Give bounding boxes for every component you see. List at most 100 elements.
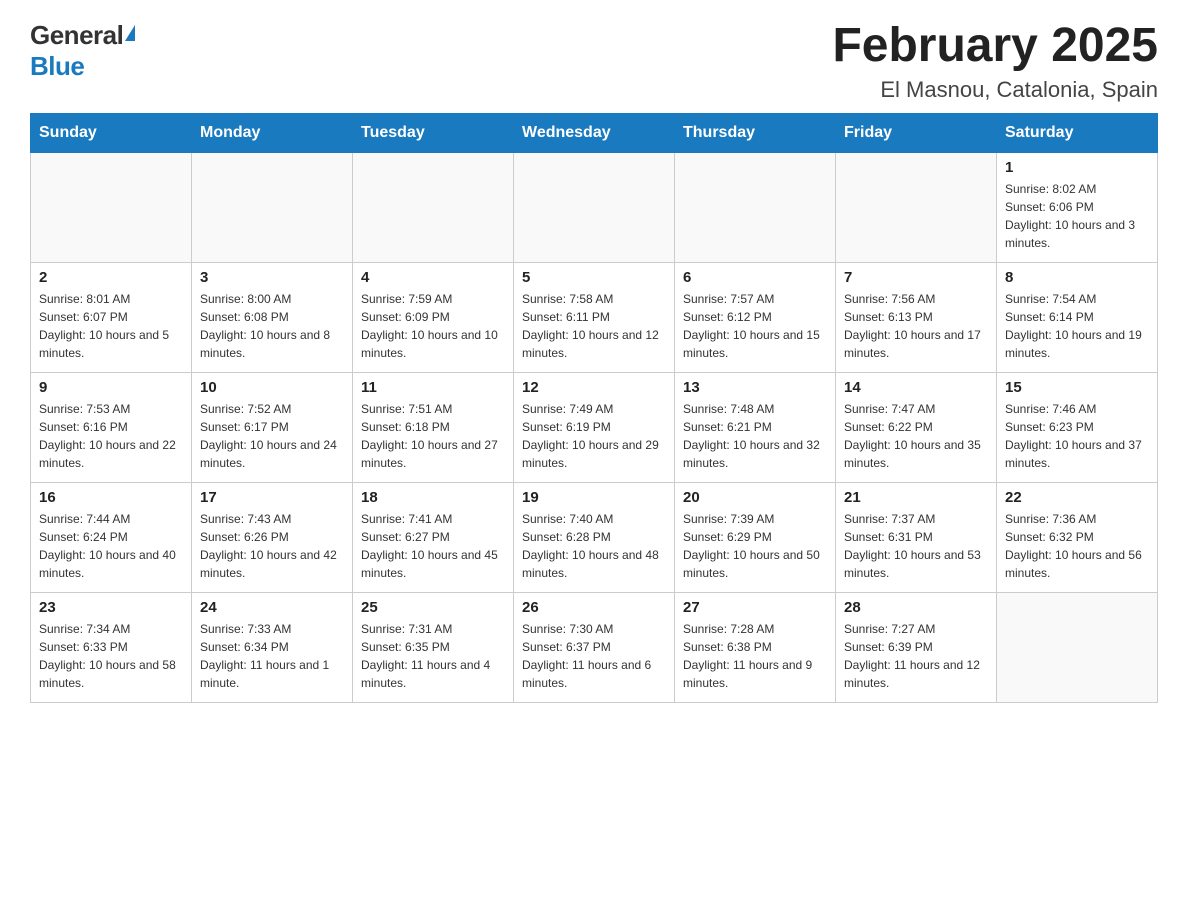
calendar-cell [997, 592, 1158, 702]
calendar-cell: 17 Sunrise: 7:43 AMSunset: 6:26 PMDayligh… [192, 482, 353, 592]
calendar-cell: 25Sunrise: 7:31 AMSunset: 6:35 PMDayligh… [353, 592, 514, 702]
day-info: Sunrise: 7:49 AMSunset: 6:19 PMDaylight:… [522, 400, 666, 472]
calendar-cell: 3 Sunrise: 8:00 AMSunset: 6:08 PMDaylight… [192, 262, 353, 372]
calendar-cell: 15Sunrise: 7:46 AMSunset: 6:23 PMDayligh… [997, 372, 1158, 482]
calendar-cell [31, 152, 192, 262]
calendar-cell: 16 Sunrise: 7:44 AMSunset: 6:24 PMDayligh… [31, 482, 192, 592]
calendar-cell: 7 Sunrise: 7:56 AMSunset: 6:13 PMDaylight… [836, 262, 997, 372]
day-number: 2 [39, 269, 183, 286]
day-number: 5 [522, 269, 666, 286]
day-number: 6 [683, 269, 827, 286]
day-info: Sunrise: 7:57 AMSunset: 6:12 PMDaylight:… [683, 290, 827, 362]
calendar-cell: 24 Sunrise: 7:33 AMSunset: 6:34 PMDayligh… [192, 592, 353, 702]
day-info: Sunrise: 7:44 AMSunset: 6:24 PMDaylight:… [39, 510, 183, 582]
day-info: Sunrise: 7:52 AMSunset: 6:17 PMDaylight:… [200, 400, 344, 472]
calendar-cell: 2 Sunrise: 8:01 AMSunset: 6:07 PMDaylight… [31, 262, 192, 372]
title-section: February 2025 El Masnou, Catalonia, Spai… [832, 20, 1158, 103]
calendar-cell: 18Sunrise: 7:41 AMSunset: 6:27 PMDayligh… [353, 482, 514, 592]
day-info: Sunrise: 7:59 AMSunset: 6:09 PMDaylight:… [361, 290, 505, 362]
calendar-cell: 21 Sunrise: 7:37 AMSunset: 6:31 PMDayligh… [836, 482, 997, 592]
header-wednesday: Wednesday [514, 113, 675, 152]
day-number: 16 [39, 489, 183, 506]
day-number: 8 [1005, 269, 1149, 286]
logo-general-text: General [30, 20, 123, 51]
calendar-cell: 28Sunrise: 7:27 AMSunset: 6:39 PMDayligh… [836, 592, 997, 702]
calendar-cell: 8 Sunrise: 7:54 AMSunset: 6:14 PMDaylight… [997, 262, 1158, 372]
calendar-cell [192, 152, 353, 262]
calendar-week-row: 2 Sunrise: 8:01 AMSunset: 6:07 PMDaylight… [31, 262, 1158, 372]
day-info: Sunrise: 7:39 AMSunset: 6:29 PMDaylight:… [683, 510, 827, 582]
calendar-cell: 14 Sunrise: 7:47 AMSunset: 6:22 PMDayligh… [836, 372, 997, 482]
logo-triangle-icon [125, 25, 135, 41]
day-number: 14 [844, 379, 988, 396]
calendar-cell: 1Sunrise: 8:02 AMSunset: 6:06 PMDaylight… [997, 152, 1158, 262]
day-info: Sunrise: 7:31 AMSunset: 6:35 PMDaylight:… [361, 620, 505, 692]
day-info: Sunrise: 7:36 AMSunset: 6:32 PMDaylight:… [1005, 510, 1149, 582]
calendar-cell: 5Sunrise: 7:58 AMSunset: 6:11 PMDaylight… [514, 262, 675, 372]
day-number: 19 [522, 489, 666, 506]
day-number: 10 [200, 379, 344, 396]
day-number: 11 [361, 379, 505, 396]
day-number: 21 [844, 489, 988, 506]
day-number: 23 [39, 599, 183, 616]
day-number: 20 [683, 489, 827, 506]
day-number: 9 [39, 379, 183, 396]
header-tuesday: Tuesday [353, 113, 514, 152]
header-friday: Friday [836, 113, 997, 152]
day-number: 17 [200, 489, 344, 506]
calendar-cell: 10 Sunrise: 7:52 AMSunset: 6:17 PMDayligh… [192, 372, 353, 482]
day-number: 4 [361, 269, 505, 286]
day-number: 28 [844, 599, 988, 616]
calendar-week-row: 23 Sunrise: 7:34 AMSunset: 6:33 PMDayligh… [31, 592, 1158, 702]
day-number: 12 [522, 379, 666, 396]
day-info: Sunrise: 7:40 AMSunset: 6:28 PMDaylight:… [522, 510, 666, 582]
calendar-cell: 13 Sunrise: 7:48 AMSunset: 6:21 PMDayligh… [675, 372, 836, 482]
calendar-week-row: 16 Sunrise: 7:44 AMSunset: 6:24 PMDayligh… [31, 482, 1158, 592]
logo: General Blue [30, 20, 135, 82]
calendar-cell: 27 Sunrise: 7:28 AMSunset: 6:38 PMDayligh… [675, 592, 836, 702]
calendar-cell: 22 Sunrise: 7:36 AMSunset: 6:32 PMDayligh… [997, 482, 1158, 592]
calendar-header-row: SundayMondayTuesdayWednesdayThursdayFrid… [31, 113, 1158, 152]
calendar-cell: 26 Sunrise: 7:30 AMSunset: 6:37 PMDayligh… [514, 592, 675, 702]
day-info: Sunrise: 7:51 AMSunset: 6:18 PMDaylight:… [361, 400, 505, 472]
day-info: Sunrise: 7:54 AMSunset: 6:14 PMDaylight:… [1005, 290, 1149, 362]
day-info: Sunrise: 7:37 AMSunset: 6:31 PMDaylight:… [844, 510, 988, 582]
calendar-cell: 6 Sunrise: 7:57 AMSunset: 6:12 PMDaylight… [675, 262, 836, 372]
day-info: Sunrise: 7:47 AMSunset: 6:22 PMDaylight:… [844, 400, 988, 472]
day-number: 24 [200, 599, 344, 616]
day-info: Sunrise: 7:33 AMSunset: 6:34 PMDaylight:… [200, 620, 344, 692]
calendar-cell: 19 Sunrise: 7:40 AMSunset: 6:28 PMDayligh… [514, 482, 675, 592]
day-info: Sunrise: 7:34 AMSunset: 6:33 PMDaylight:… [39, 620, 183, 692]
month-title: February 2025 [832, 20, 1158, 73]
calendar-week-row: 9 Sunrise: 7:53 AMSunset: 6:16 PMDaylight… [31, 372, 1158, 482]
day-info: Sunrise: 7:41 AMSunset: 6:27 PMDaylight:… [361, 510, 505, 582]
day-number: 27 [683, 599, 827, 616]
calendar-cell: 11 Sunrise: 7:51 AMSunset: 6:18 PMDayligh… [353, 372, 514, 482]
logo-blue-text: Blue [30, 51, 84, 81]
day-number: 22 [1005, 489, 1149, 506]
day-info: Sunrise: 7:48 AMSunset: 6:21 PMDaylight:… [683, 400, 827, 472]
calendar-week-row: 1Sunrise: 8:02 AMSunset: 6:06 PMDaylight… [31, 152, 1158, 262]
header-saturday: Saturday [997, 113, 1158, 152]
day-number: 13 [683, 379, 827, 396]
day-info: Sunrise: 7:56 AMSunset: 6:13 PMDaylight:… [844, 290, 988, 362]
day-number: 26 [522, 599, 666, 616]
header-thursday: Thursday [675, 113, 836, 152]
location-title: El Masnou, Catalonia, Spain [832, 77, 1158, 103]
calendar-cell [675, 152, 836, 262]
calendar-cell [353, 152, 514, 262]
day-number: 7 [844, 269, 988, 286]
day-info: Sunrise: 8:01 AMSunset: 6:07 PMDaylight:… [39, 290, 183, 362]
calendar-cell [836, 152, 997, 262]
calendar-cell: 23 Sunrise: 7:34 AMSunset: 6:33 PMDayligh… [31, 592, 192, 702]
day-info: Sunrise: 7:53 AMSunset: 6:16 PMDaylight:… [39, 400, 183, 472]
calendar-cell: 12 Sunrise: 7:49 AMSunset: 6:19 PMDayligh… [514, 372, 675, 482]
calendar-cell: 20 Sunrise: 7:39 AMSunset: 6:29 PMDayligh… [675, 482, 836, 592]
day-info: Sunrise: 7:30 AMSunset: 6:37 PMDaylight:… [522, 620, 666, 692]
day-info: Sunrise: 8:00 AMSunset: 6:08 PMDaylight:… [200, 290, 344, 362]
day-number: 3 [200, 269, 344, 286]
day-info: Sunrise: 7:43 AMSunset: 6:26 PMDaylight:… [200, 510, 344, 582]
day-info: Sunrise: 7:28 AMSunset: 6:38 PMDaylight:… [683, 620, 827, 692]
header-monday: Monday [192, 113, 353, 152]
page-header: General Blue February 2025 El Masnou, Ca… [30, 20, 1158, 103]
